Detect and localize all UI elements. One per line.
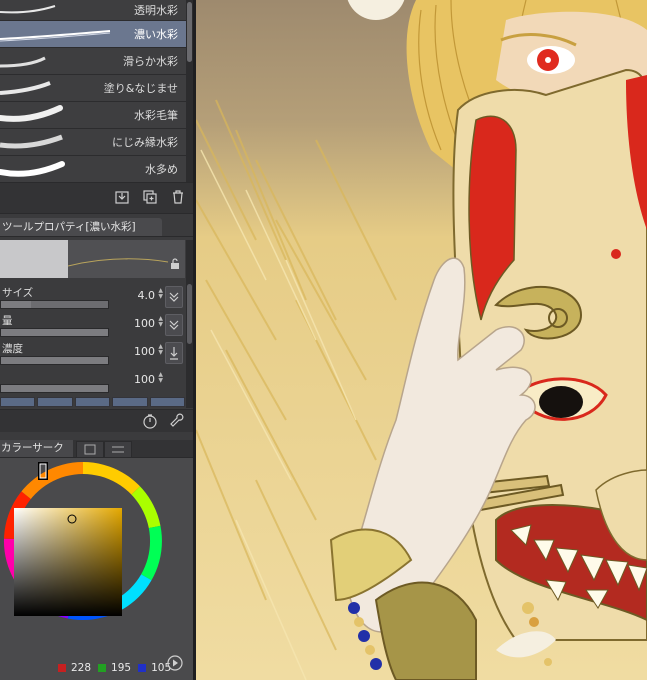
chevron-down-icon <box>169 320 179 330</box>
prop-value[interactable]: 100 <box>134 317 155 330</box>
brush-label: 水多め <box>145 163 178 176</box>
stepper-arrows[interactable]: ▲ ▼ <box>158 344 163 356</box>
prop-label: 量 <box>2 315 13 327</box>
trash-icon[interactable] <box>170 189 186 205</box>
prop-value[interactable]: 100 <box>134 345 155 358</box>
duplicate-icon[interactable] <box>142 189 158 205</box>
rgb-readout: 228 195 105 <box>58 662 171 674</box>
prop-row-amount: 量 100 ▲ ▼ <box>0 311 185 339</box>
stepper-arrows[interactable]: ▲ ▼ <box>158 372 163 384</box>
drawing-canvas[interactable] <box>196 0 647 680</box>
brush-item[interactable]: 水多め <box>0 156 186 183</box>
brush-stroke-preview <box>0 105 63 122</box>
brush-label: 水彩毛筆 <box>134 109 178 122</box>
brush-label: 滑らか水彩 <box>123 55 178 68</box>
play-icon[interactable] <box>167 655 183 671</box>
brush-stroke-preview <box>0 5 56 14</box>
tab-color-slider[interactable] <box>104 441 132 458</box>
brush-stroke-preview <box>0 81 51 95</box>
segment[interactable] <box>74 397 111 407</box>
prop-label: サイズ <box>2 287 34 299</box>
stepper-arrows[interactable]: ▲ ▼ <box>158 288 163 300</box>
red-value[interactable]: 228 <box>71 662 91 674</box>
dynamics-button[interactable] <box>165 286 183 308</box>
brush-list-scrollbar[interactable] <box>186 0 193 182</box>
segment-bar[interactable] <box>0 397 186 407</box>
prop-row-size: サイズ 4.0 ▲ ▼ <box>0 283 185 311</box>
brush-label: 透明水彩 <box>134 4 178 17</box>
brush-preview <box>0 240 185 278</box>
blue-swatch <box>138 664 147 672</box>
brush-stroke-preview <box>0 161 65 177</box>
left-panel: 透明水彩 濃い水彩 滑らか水彩 塗り&なじませ 水彩毛筆 にじみ縁水彩 水多め <box>0 0 193 680</box>
dynamics-button[interactable] <box>165 342 183 364</box>
brush-stroke-preview <box>0 134 63 149</box>
brush-item[interactable]: にじみ縁水彩 <box>0 129 186 156</box>
color-circle-panel <box>0 458 193 680</box>
segment[interactable] <box>0 397 36 407</box>
lock-icon[interactable] <box>170 258 180 270</box>
brush-label: 塗り&なじませ <box>103 82 178 95</box>
preview-swatch <box>0 240 68 278</box>
tool-property-footer <box>0 409 193 432</box>
segment[interactable] <box>37 397 73 407</box>
color-tabs: カラーサークル <box>0 440 193 471</box>
slider-fill <box>1 329 108 336</box>
stepper-arrows[interactable]: ▲ ▼ <box>158 316 163 328</box>
green-value[interactable]: 195 <box>111 662 131 674</box>
wrench-icon[interactable] <box>170 413 186 429</box>
slider-fill <box>1 301 31 308</box>
download-icon[interactable] <box>114 189 130 205</box>
palette-icon <box>84 444 96 455</box>
amount-slider[interactable] <box>0 328 109 337</box>
tool-property-tab[interactable]: ツールプロパティ[濃い水彩] <box>0 218 162 236</box>
tab-color-circle[interactable]: カラーサークル <box>0 440 73 471</box>
prop-value[interactable]: 4.0 <box>138 289 156 302</box>
chevron-down-icon <box>169 292 179 302</box>
brush-item-selected[interactable]: 濃い水彩 <box>0 21 186 48</box>
fourth-slider[interactable] <box>0 384 109 393</box>
prop-value[interactable]: 100 <box>134 373 155 386</box>
density-slider[interactable] <box>0 356 109 365</box>
scrollbar-thumb[interactable] <box>187 2 192 62</box>
brush-item[interactable]: 塗り&なじませ <box>0 75 186 102</box>
size-slider[interactable] <box>0 300 109 309</box>
brush-item[interactable]: 滑らか水彩 <box>0 48 186 75</box>
brush-item[interactable]: 水彩毛筆 <box>0 102 186 129</box>
download-arrow-icon <box>170 347 178 360</box>
prop-row-density: 濃度 100 ▲ ▼ <box>0 339 185 367</box>
slider-icon <box>112 446 124 453</box>
tab-color-set[interactable] <box>76 441 104 458</box>
brush-item[interactable]: 透明水彩 <box>0 0 186 21</box>
segment[interactable] <box>149 397 186 407</box>
prop-row-fourth: 100 ▲ ▼ <box>0 367 185 395</box>
brush-stroke-preview <box>0 30 111 42</box>
brush-list: 透明水彩 濃い水彩 滑らか水彩 塗り&なじませ 水彩毛筆 にじみ縁水彩 水多め <box>0 0 186 183</box>
dynamics-button[interactable] <box>165 314 183 336</box>
segment[interactable] <box>112 397 148 407</box>
artwork <box>196 0 647 680</box>
tool-property-scrollbar[interactable] <box>186 240 193 408</box>
brush-label: にじみ縁水彩 <box>112 136 178 149</box>
slider-fill <box>1 385 108 392</box>
brush-stroke-preview <box>0 56 46 68</box>
red-swatch <box>58 664 66 672</box>
divider <box>0 236 193 237</box>
scrollbar-thumb[interactable] <box>187 284 192 344</box>
brush-label: 濃い水彩 <box>134 28 178 41</box>
green-swatch <box>98 664 107 672</box>
slider-fill <box>1 357 108 364</box>
stopwatch-icon[interactable] <box>142 413 158 429</box>
prop-label: 濃度 <box>2 343 23 355</box>
color-wheel[interactable] <box>0 458 193 680</box>
brush-list-toolbar <box>0 182 193 214</box>
preview-stroke <box>68 258 169 267</box>
